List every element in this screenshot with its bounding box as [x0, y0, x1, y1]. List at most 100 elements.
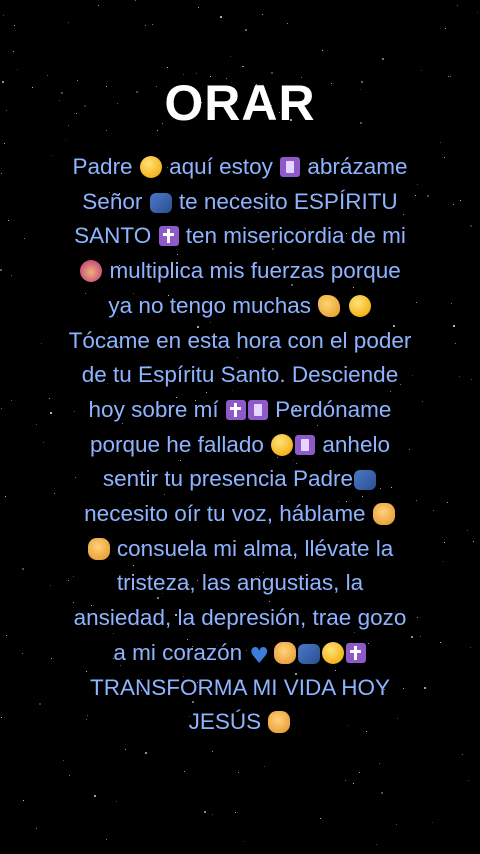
star [381, 792, 383, 794]
star [1, 717, 2, 718]
prayer-line-1: Padre aquí estoy abrázame [72, 154, 408, 179]
star [376, 844, 377, 845]
star [353, 783, 354, 784]
prayer-line-12: consuela mi alma, llévate la [24, 532, 456, 567]
star [396, 824, 397, 825]
star [462, 754, 463, 755]
star [1, 173, 2, 174]
star [6, 635, 7, 636]
star [167, 67, 168, 68]
blue-heart-icon [249, 640, 269, 675]
star [184, 771, 185, 772]
star [440, 142, 441, 143]
star [23, 800, 24, 801]
pensive-face-icon [271, 433, 294, 456]
place-of-worship-icon [295, 434, 316, 455]
prayer-line-3: SANTO ten misericordia de mi [74, 223, 406, 249]
star [11, 275, 12, 276]
star [116, 801, 117, 802]
star [69, 775, 70, 776]
latin-cross-icon [158, 226, 179, 247]
prayer-line-16: TRANSFORMA MI VIDA HOY [89, 674, 391, 700]
star [94, 795, 96, 797]
star [1, 408, 2, 409]
star [17, 69, 18, 70]
place-of-worship-icon [280, 157, 301, 177]
star [459, 376, 460, 377]
people-hugging-icon [354, 470, 377, 491]
pleading-face-icon [348, 294, 371, 317]
star [106, 839, 107, 840]
star [262, 14, 263, 15]
star [198, 7, 199, 8]
prayer-line-5: ya no tengo muchas [24, 289, 456, 324]
star [322, 50, 323, 51]
star [245, 29, 247, 31]
star [98, 5, 99, 6]
star [345, 780, 346, 781]
folded-hands-icon [372, 503, 395, 526]
star [212, 751, 213, 752]
star [65, 140, 66, 141]
star [287, 23, 288, 24]
star [8, 220, 9, 221]
woman-bowing-icon [80, 260, 103, 283]
star [135, 0, 136, 1]
latin-cross-icon [225, 399, 246, 420]
star [243, 841, 244, 842]
page-title: ORAR [164, 75, 316, 131]
prayer-line-4: multiplica mis fuerzas porque [24, 254, 456, 289]
star [264, 766, 265, 767]
prayer-line-10: sentir tu presencia Padre [24, 462, 456, 497]
star [145, 752, 147, 754]
star [471, 379, 472, 380]
star [382, 58, 384, 60]
prayer-line-11: necesito oír tu voz, háblame [24, 497, 456, 532]
star [22, 653, 23, 654]
star [220, 16, 222, 18]
prayer-line-13: tristeza, las angustias, la [116, 570, 364, 596]
star [238, 772, 239, 773]
star [212, 814, 213, 815]
star [152, 24, 153, 25]
star [125, 749, 126, 750]
star [4, 143, 5, 144]
pleading-face-icon [139, 156, 162, 178]
prayer-line-17: JESÚS [24, 705, 456, 740]
star [0, 269, 2, 271]
palms-up-icon [87, 537, 110, 560]
prayer-line-7: de tu Espíritu Santo. Desciende [81, 362, 399, 388]
star [470, 225, 472, 227]
star [36, 828, 37, 829]
star [243, 66, 244, 67]
star [68, 22, 69, 23]
folded-hands-icon [273, 641, 296, 664]
star [470, 647, 471, 648]
place-of-worship-icon [247, 399, 268, 420]
star [421, 70, 422, 71]
star [11, 400, 12, 401]
star [145, 25, 146, 26]
prayer-text: Padre aquí estoy abrázame Señor te neces… [24, 150, 456, 740]
star [3, 15, 4, 16]
star [379, 763, 380, 764]
people-hugging-icon [149, 192, 172, 213]
prayer-line-2: Señor te necesito ESPÍRITU [82, 188, 398, 214]
star [473, 541, 474, 542]
latin-cross-icon [345, 642, 366, 663]
star [359, 772, 360, 773]
star [14, 25, 15, 26]
star [477, 12, 478, 13]
star [235, 812, 236, 813]
star [468, 780, 469, 781]
star [13, 51, 14, 52]
prayer-line-9: porque he fallado anhelo [90, 431, 390, 457]
star [230, 56, 231, 57]
prayer-line-14: ansiedad, la depresión, trae gozo [73, 605, 407, 631]
star [445, 28, 446, 29]
pensive-face-icon [321, 641, 344, 664]
star [5, 496, 6, 497]
prayer-line-8: hoy sobre mí Perdóname [88, 396, 392, 422]
star [320, 818, 321, 819]
star [460, 200, 461, 201]
